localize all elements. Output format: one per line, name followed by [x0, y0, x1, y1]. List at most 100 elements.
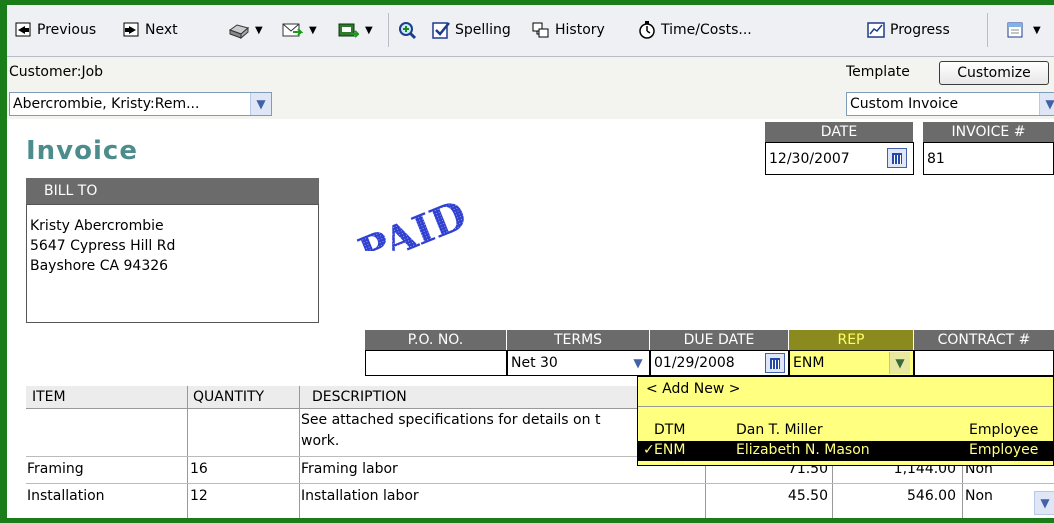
- previous-label: Previous: [37, 22, 97, 38]
- paid-stamp-text: PAID: [352, 191, 473, 251]
- po-number-field[interactable]: [365, 350, 507, 376]
- progress-label: Progress: [890, 22, 950, 38]
- rep-option-dtm[interactable]: DTM Dan T. Miller Employee: [638, 421, 1053, 441]
- po-number-header: P.O. NO.: [365, 330, 506, 350]
- rep-option-code: DTM: [654, 422, 686, 438]
- history-label: History: [555, 22, 605, 38]
- date-header: DATE: [765, 122, 913, 142]
- description-cell[interactable]: Installation labor: [301, 488, 419, 504]
- rep-option-type: Employee: [969, 422, 1039, 438]
- letters-icon: [1005, 20, 1025, 40]
- time-costs-label: Time/Costs...: [661, 22, 752, 38]
- due-date-value: 01/29/2008: [654, 355, 735, 371]
- chevron-down-icon[interactable]: ▼: [250, 93, 271, 115]
- invoice-number-field[interactable]: 81: [923, 142, 1054, 175]
- next-icon: [121, 20, 141, 40]
- template-label: Template: [846, 64, 910, 80]
- description-cell[interactable]: See attached specifications for details …: [301, 412, 600, 428]
- toolbar-separator: [987, 13, 988, 47]
- rep-header: REP: [789, 330, 913, 350]
- print-dropdown-arrow[interactable]: ▼: [255, 25, 263, 36]
- calendar-icon[interactable]: [765, 353, 785, 373]
- rep-select[interactable]: ENM ▼: [789, 350, 914, 376]
- column-header-item[interactable]: ITEM: [26, 386, 187, 408]
- bill-to-line: 5647 Cypress Hill Rd: [30, 238, 176, 254]
- spelling-button[interactable]: Spelling: [431, 18, 511, 42]
- email-icon: [281, 20, 304, 40]
- customize-button[interactable]: Customize: [939, 61, 1049, 85]
- column-header-description[interactable]: DESCRIPTION: [306, 386, 636, 408]
- tax-cell[interactable]: Non: [965, 488, 993, 504]
- rate-cell[interactable]: 45.50: [707, 488, 828, 504]
- toolbar-separator: [388, 13, 389, 47]
- rep-option-code: ENM: [654, 442, 686, 458]
- description-cell[interactable]: Framing labor: [301, 461, 398, 477]
- add-new-option[interactable]: < Add New >: [638, 380, 1053, 400]
- terms-value: Net 30: [511, 355, 558, 371]
- column-divider: [187, 386, 188, 518]
- date-value: 12/30/2007: [769, 150, 850, 167]
- rep-option-type: Employee: [969, 442, 1039, 458]
- invoice-number-value: 81: [927, 150, 945, 167]
- previous-button[interactable]: Previous: [13, 18, 96, 42]
- template-value: Custom Invoice: [850, 96, 959, 112]
- rep-option-enm[interactable]: ✓ ENM Elizabeth N. Mason Employee: [638, 441, 1053, 461]
- progress-chart-icon: [866, 20, 886, 40]
- item-cell[interactable]: Framing: [27, 461, 84, 477]
- letters-button[interactable]: ▼: [1005, 18, 1041, 42]
- dropdown-divider: [638, 406, 1053, 407]
- quantity-cell[interactable]: 16: [190, 461, 208, 477]
- customer-job-select[interactable]: Abercrombie, Kristy:Rem... ▼: [9, 92, 272, 116]
- stopwatch-icon: [637, 20, 657, 40]
- page-title: Invoice: [26, 136, 138, 166]
- add-new-label: < Add New >: [646, 381, 741, 397]
- invoice-window: Previous Next ▼ ▼ ▼ Spelling History Tim…: [7, 5, 1054, 518]
- ship-icon: [337, 20, 361, 40]
- time-costs-button[interactable]: Time/Costs...: [637, 18, 752, 42]
- find-icon: [397, 20, 417, 40]
- check-icon: ✓: [643, 442, 655, 458]
- calendar-icon[interactable]: [887, 148, 907, 168]
- chevron-down-icon[interactable]: ▼: [1034, 491, 1054, 515]
- history-button[interactable]: History: [531, 18, 605, 42]
- chevron-down-icon[interactable]: ▼: [628, 352, 648, 374]
- chevron-down-icon[interactable]: ▼: [1039, 93, 1054, 115]
- bill-to-address[interactable]: Kristy Abercrombie 5647 Cypress Hill Rd …: [26, 204, 319, 323]
- rep-dropdown-list: < Add New > DTM Dan T. Miller Employee ✓…: [637, 376, 1054, 466]
- find-button[interactable]: [397, 18, 417, 42]
- rep-option-name: Elizabeth N. Mason: [736, 442, 870, 458]
- bill-to-line: Kristy Abercrombie: [30, 218, 164, 234]
- spelling-check-icon: [431, 20, 451, 40]
- quantity-cell[interactable]: 12: [190, 488, 208, 504]
- printer-icon: [227, 20, 250, 40]
- paid-stamp: PAID: [352, 191, 473, 251]
- next-button[interactable]: Next: [121, 18, 178, 42]
- amount-cell[interactable]: 546.00: [834, 488, 956, 504]
- next-label: Next: [145, 22, 178, 38]
- terms-select[interactable]: Net 30 ▼: [507, 350, 650, 376]
- description-cell[interactable]: work.: [301, 433, 339, 449]
- column-divider: [299, 386, 300, 518]
- progress-button[interactable]: Progress: [866, 18, 950, 42]
- invoice-number-header: INVOICE #: [923, 122, 1054, 142]
- email-dropdown-arrow[interactable]: ▼: [309, 25, 317, 36]
- item-cell[interactable]: Installation: [27, 488, 105, 504]
- chevron-down-icon[interactable]: ▼: [889, 352, 910, 374]
- letters-dropdown-arrow[interactable]: ▼: [1033, 25, 1041, 36]
- print-button[interactable]: ▼: [227, 18, 263, 42]
- customer-job-value: Abercrombie, Kristy:Rem...: [13, 96, 200, 112]
- contract-number-field[interactable]: [914, 350, 1054, 376]
- template-select[interactable]: Custom Invoice ▼: [846, 92, 1054, 116]
- history-icon: [531, 20, 551, 40]
- rep-value: ENM: [793, 355, 825, 371]
- previous-icon: [13, 20, 33, 40]
- row-divider: [26, 483, 1054, 484]
- ship-dropdown-arrow[interactable]: ▼: [365, 25, 373, 36]
- terms-header: TERMS: [507, 330, 649, 350]
- ship-button[interactable]: ▼: [337, 18, 373, 42]
- email-button[interactable]: ▼: [281, 18, 317, 42]
- rep-option-name: Dan T. Miller: [736, 422, 823, 438]
- column-header-quantity[interactable]: QUANTITY: [187, 386, 306, 408]
- spelling-label: Spelling: [455, 22, 511, 38]
- toolbar: Previous Next ▼ ▼ ▼ Spelling History Tim…: [7, 5, 1054, 57]
